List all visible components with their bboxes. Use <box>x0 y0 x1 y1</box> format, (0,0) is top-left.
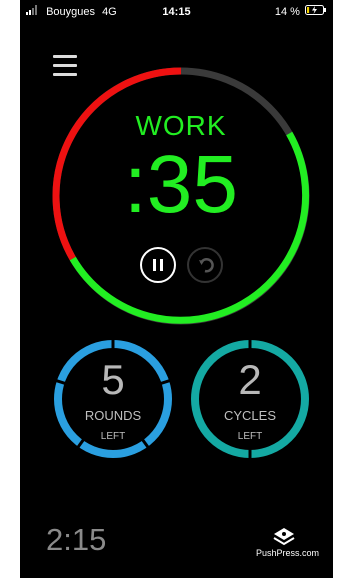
cycles-value: 2 <box>238 356 262 403</box>
brand-text: PushPress.com <box>256 548 320 558</box>
pause-button[interactable] <box>140 247 176 283</box>
pause-icon <box>153 259 163 271</box>
rounds-label: ROUNDS <box>84 408 142 423</box>
rounds-value: 5 <box>101 356 125 403</box>
reset-button[interactable] <box>187 247 223 283</box>
phone-screen: Bouygues 4G 14:15 14 % WORK :35 5 ROUNDS… <box>20 0 333 578</box>
cycles-sublabel: LEFT <box>237 431 263 442</box>
reset-icon <box>199 258 214 273</box>
time-remaining: :35 <box>124 139 238 230</box>
total-time: 2:15 <box>46 522 107 557</box>
phase-label: WORK <box>135 110 227 141</box>
cycles-label: CYCLES <box>223 408 277 423</box>
rounds-sublabel: LEFT <box>100 431 126 442</box>
